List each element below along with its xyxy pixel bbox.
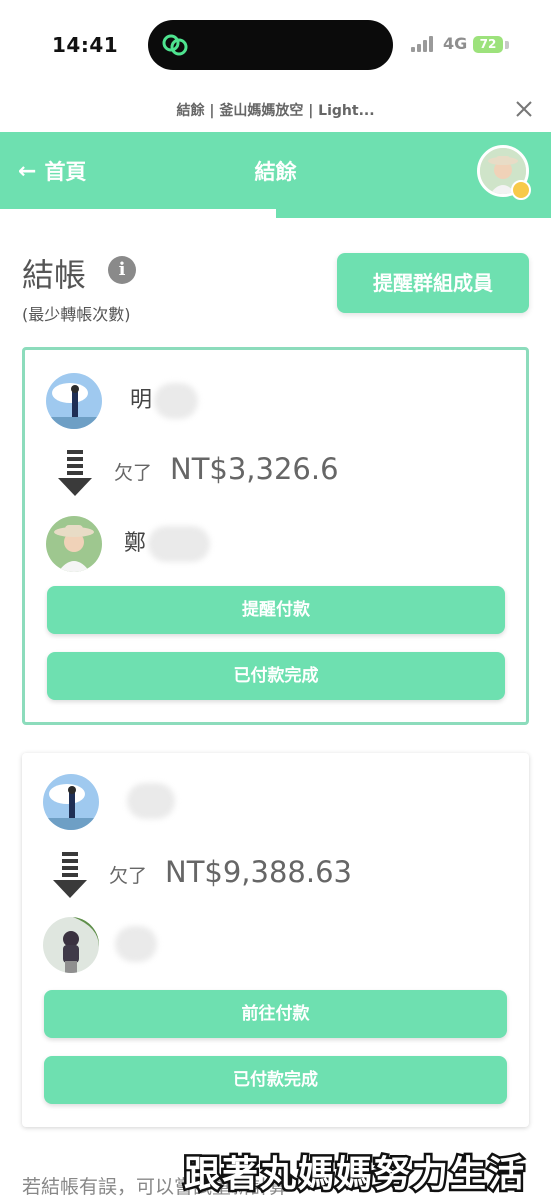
owe-label: 欠了 [109,865,148,887]
dynamic-island [148,20,393,70]
back-arrow-icon: ← [18,158,37,184]
info-icon[interactable]: i [108,256,136,284]
owe-label: 欠了 [114,462,153,484]
creditor-avatar [46,516,102,572]
payment-done-button[interactable]: 已付款完成 [47,652,505,700]
network-type: 4G [443,34,468,53]
owe-amount: NT$3,326.6 [170,452,339,486]
creditor-name: 鄭 [124,525,211,562]
creditor-avatar [43,917,99,973]
owe-amount: NT$9,388.63 [165,855,352,889]
status-time: 14:41 [52,33,119,57]
creditor-name [113,926,157,962]
remind-payment-button[interactable]: 提醒付款 [47,586,505,634]
browser-title-bar: 結餘 | 釜山媽媽放空 | Light... [0,88,551,132]
status-bar: 14:41 4G 72 [0,0,551,88]
debtor-name [125,783,175,819]
svg-text:跟著丸媽媽努力生活: 跟著丸媽媽努力生活 [184,1153,526,1195]
tab-indicator [0,209,276,218]
app-header: ← 首頁 結餘 [0,132,551,218]
battery-tip [505,41,509,49]
down-arrow-icon [53,852,87,898]
back-label: 首頁 [44,160,87,184]
close-icon[interactable] [511,96,537,122]
section-title: 結帳 [22,256,87,294]
remind-group-button[interactable]: 提醒群組成員 [337,253,529,313]
debtor-name: 明 [130,382,199,419]
back-button[interactable]: ← 首頁 [18,156,86,186]
payment-done-button[interactable]: 已付款完成 [44,1056,507,1104]
gear-icon [511,180,531,200]
debtor-avatar [43,774,99,830]
section-subtitle: (最少轉帳次數) [22,305,131,324]
watermark: 跟著丸媽媽努力生活 [182,1151,527,1198]
browser-title: 結餘 | 釜山媽媽放空 | Light... [176,103,375,119]
settlement-card: 欠了 NT$9,388.63 前往付款 已付款完成 [22,753,529,1127]
battery-icon: 72 [473,36,503,53]
signal-icon [411,36,437,52]
debtor-avatar [46,373,102,429]
loop-icon [162,34,188,56]
down-arrow-icon [58,450,92,496]
settlement-card: 明 欠了 NT$3,326.6 鄭 提醒付款 已付款完成 [22,347,529,725]
go-to-payment-button[interactable]: 前往付款 [44,990,507,1038]
